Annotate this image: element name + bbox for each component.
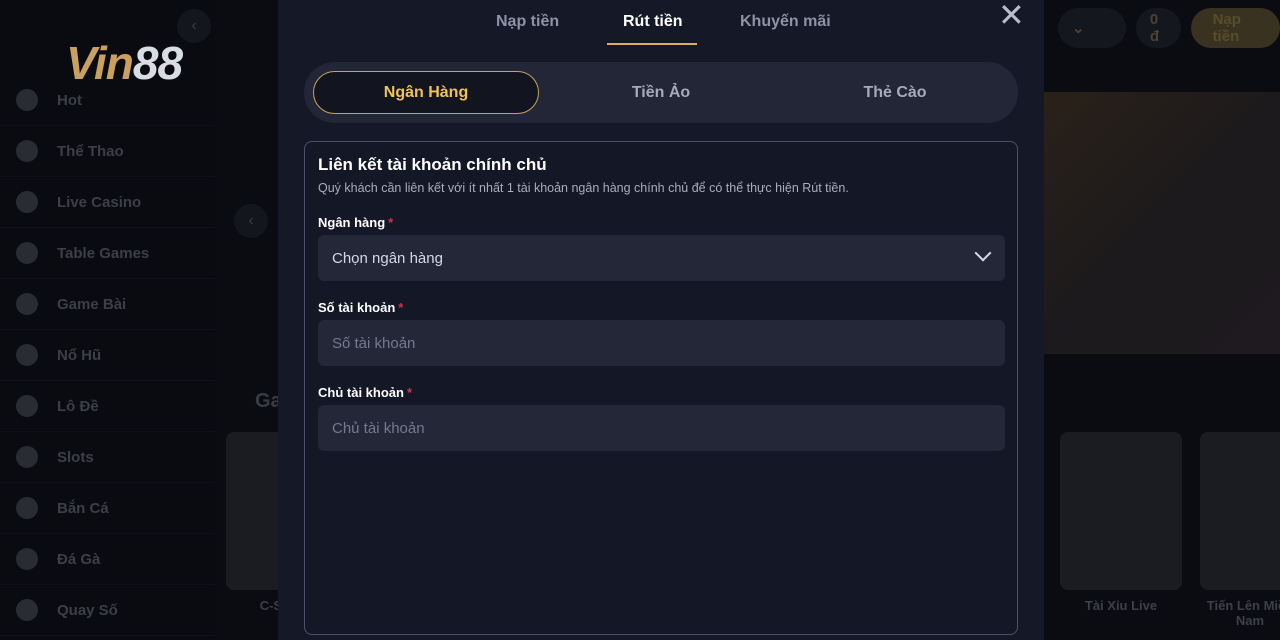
account-holder-label: Chủ tài khoản *: [318, 385, 413, 400]
lottery-icon: [16, 599, 38, 621]
balance-display: 0 đ: [1135, 8, 1181, 48]
sidebar-item-da-ga[interactable]: Đá Gà: [0, 534, 215, 585]
header-actions: ⌄ 0 đ Nạp tiền: [1058, 8, 1280, 48]
method-the-cao[interactable]: Thẻ Cào: [782, 71, 1008, 114]
sidebar-item-the-thao[interactable]: Thể Thao: [0, 126, 215, 177]
game-card[interactable]: [1200, 432, 1280, 590]
sidebar-item-quay-so[interactable]: Quay Số: [0, 585, 215, 636]
tab-nap-tien[interactable]: Nạp tiền: [496, 13, 559, 31]
game-card-label: Tiến Lên Miền Nam: [1206, 598, 1280, 628]
modal-tabs: Nạp tiền Rút tiền Khuyến mãi: [278, 0, 1044, 46]
tab-rut-tien[interactable]: Rút tiền: [623, 13, 683, 31]
chevron-down-icon: [974, 244, 992, 262]
active-tab-indicator: [607, 43, 697, 45]
withdraw-modal: Nạp tiền Rút tiền Khuyến mãi ✕ Ngân Hàng…: [278, 0, 1044, 640]
sidebar-item-table-games[interactable]: Table Games: [0, 228, 215, 279]
promo-banner[interactable]: [1044, 92, 1280, 354]
sidebar-item-lo-de[interactable]: Lô Đề: [0, 381, 215, 432]
method-ngan-hang[interactable]: Ngân Hàng: [313, 71, 539, 114]
sidebar-item-ban-ca[interactable]: Bắn Cá: [0, 483, 215, 534]
fire-icon: [16, 89, 38, 111]
bank-label: Ngân hàng *: [318, 215, 394, 230]
game-card[interactable]: [1060, 432, 1182, 590]
sidebar-nav: Hot Thể Thao Live Casino Table Games Gam…: [0, 75, 215, 636]
cards-icon: [16, 293, 38, 315]
sidebar: Vin88 Hot Thể Thao Live Casino Table Gam…: [0, 0, 215, 640]
form-title: Liên kết tài khoản chính chủ: [318, 155, 547, 174]
account-holder-input[interactable]: [318, 405, 1005, 451]
collapse-sidebar-button[interactable]: ‹: [177, 9, 211, 43]
sidebar-item-game-bai[interactable]: Game Bài: [0, 279, 215, 330]
account-number-label: Số tài khoản *: [318, 300, 404, 315]
sidebar-item-slots[interactable]: Slots: [0, 432, 215, 483]
lottery-ball-icon: [16, 395, 38, 417]
slot-machine-icon: [16, 344, 38, 366]
close-icon[interactable]: ✕: [998, 0, 1025, 34]
sidebar-item-live-casino[interactable]: Live Casino: [0, 177, 215, 228]
sidebar-item-hot[interactable]: Hot: [0, 75, 215, 126]
form-description: Quý khách cần liên kết với ít nhất 1 tài…: [318, 181, 849, 195]
fish-icon: [16, 497, 38, 519]
method-tien-ao[interactable]: Tiền Ảo: [548, 71, 774, 114]
crossed-swords-icon: [16, 242, 38, 264]
sidebar-item-no-hu[interactable]: Nổ Hũ: [0, 330, 215, 381]
header-deposit-button[interactable]: Nạp tiền: [1190, 8, 1280, 48]
spade-icon: [16, 191, 38, 213]
bank-link-form: Liên kết tài khoản chính chủ Quý khách c…: [304, 141, 1018, 635]
vip-dropdown[interactable]: ⌄: [1058, 8, 1126, 48]
tab-khuyen-mai[interactable]: Khuyến mãi: [740, 13, 831, 31]
soccer-ball-icon: [16, 140, 38, 162]
game-card-label: Tài Xỉu Live: [1084, 598, 1158, 613]
bank-select[interactable]: Chọn ngân hàng: [318, 235, 1005, 281]
cherry-icon: [16, 446, 38, 468]
banner-prev-button[interactable]: ‹: [234, 204, 268, 238]
account-number-input[interactable]: [318, 320, 1005, 366]
rooster-icon: [16, 548, 38, 570]
withdraw-method-selector: Ngân Hàng Tiền Ảo Thẻ Cào: [304, 62, 1018, 123]
